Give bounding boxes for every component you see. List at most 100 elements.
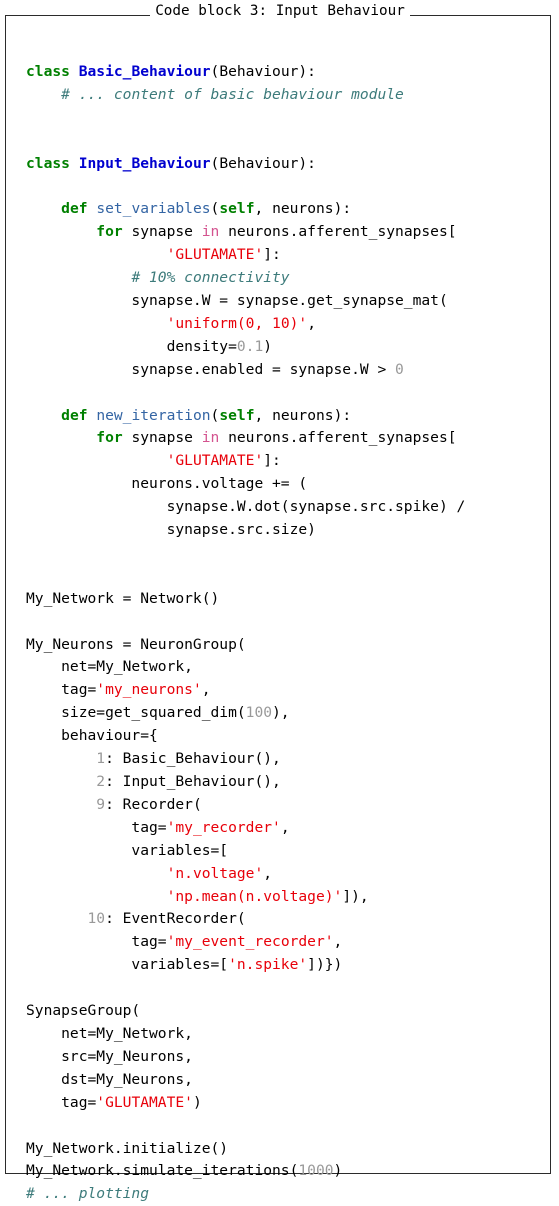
code-token-plain: synapse.W = synapse.get_synapse_mat(: [26, 291, 448, 309]
code-token-plain: neurons.afferent_synapses[: [219, 223, 457, 241]
code-token-plain: : EventRecorder(: [105, 910, 246, 928]
code-token-plain: : Recorder(: [105, 795, 202, 813]
code-token-plain: tag=: [26, 681, 97, 699]
code-token-fn: set_variables: [96, 200, 211, 218]
code-line: 10: EventRecorder(: [26, 910, 246, 927]
code-line: variables=['n.spike'])}): [26, 956, 342, 973]
code-line: My_Neurons = NeuronGroup(: [26, 636, 246, 653]
code-token-plain: behaviour={: [26, 727, 158, 745]
code-token-str: 'n.spike': [228, 956, 308, 974]
code-token-num: 9: [96, 795, 106, 813]
code-line: net=My_Network,: [26, 658, 193, 675]
code-token-plain: : Basic_Behaviour(),: [105, 750, 281, 768]
code-token-plain: synapse.W.dot(synapse.src.spike) /: [26, 498, 466, 516]
code-block-figure: Code block 3: Input Behaviour class Basi…: [5, 3, 551, 1202]
code-token-plain: synapse.src.size): [26, 521, 316, 539]
code-line: for synapse in neurons.afferent_synapses…: [26, 223, 457, 241]
code-token-plain: size=get_squared_dim(: [26, 704, 246, 722]
code-token-plain: My_Network = Network(): [26, 589, 220, 607]
code-token-num: 2: [96, 773, 106, 790]
code-line: 'uniform(0, 10)',: [26, 315, 316, 332]
code-line: # 10% connectivity: [26, 269, 289, 286]
code-token-str: 'GLUTAMATE': [96, 1093, 193, 1111]
code-token-kw: for: [96, 223, 123, 241]
code-token-plain: net=My_Network,: [26, 1024, 193, 1042]
code-token-plain: neurons.afferent_synapses[: [219, 429, 457, 447]
code-token-plain: (Behaviour):: [210, 154, 316, 172]
code-line: 'np.mean(n.voltage)']),: [26, 888, 369, 905]
code-token-plain: ,: [333, 933, 343, 951]
code-token-op: in: [201, 429, 220, 447]
code-token-plain: ),: [272, 704, 290, 722]
code-listing: class Basic_Behaviour(Behaviour): # ... …: [26, 38, 544, 1206]
code-line: def set_variables(self, neurons):: [26, 200, 351, 217]
code-line: SynapseGroup(: [26, 1002, 140, 1019]
code-token-str: 'GLUTAMATE': [166, 246, 264, 264]
code-line: 'GLUTAMATE']:: [26, 246, 281, 263]
code-token-plain: ,: [307, 314, 316, 332]
code-token-plain: net=My_Network,: [26, 658, 193, 676]
code-token-op: in: [201, 223, 220, 241]
code-token-kw: def: [61, 200, 88, 218]
code-line: synapse.W = synapse.get_synapse_mat(: [26, 291, 448, 309]
code-token-plain: ]:: [263, 246, 281, 264]
code-token-plain: ,: [263, 864, 273, 882]
code-token-plain: src=My_Neurons,: [26, 1047, 193, 1065]
code-token-plain: tag=: [26, 1093, 97, 1111]
code-token-plain: synapse.enabled = synapse.W >: [26, 360, 396, 378]
code-token-num: 100: [245, 704, 273, 722]
code-token-plain: , neurons):: [254, 200, 352, 218]
code-line: net=My_Network,: [26, 1025, 193, 1042]
code-token-plain: variables=[: [26, 841, 229, 859]
code-line: synapse.src.size): [26, 521, 316, 538]
code-token-cls: Basic_Behaviour: [78, 62, 211, 80]
code-token-plain: My_Network.simulate_iterations(: [26, 1162, 299, 1180]
code-line: 9: Recorder(: [26, 795, 202, 813]
code-token-fn: new_iteration: [96, 406, 211, 424]
code-line: My_Network.simulate_iterations(1000): [26, 1162, 342, 1179]
code-line: 'GLUTAMATE']:: [26, 452, 281, 469]
code-token-kw: self: [219, 406, 255, 424]
code-token-cmt: # ... plotting: [26, 1185, 150, 1203]
code-line: neurons.voltage += (: [26, 475, 307, 492]
code-line: 2: Input_Behaviour(),: [26, 773, 281, 790]
code-token-str: 'my_event_recorder': [166, 933, 334, 951]
code-token-plain: (Behaviour):: [210, 62, 316, 80]
code-token-plain: synapse: [122, 429, 202, 447]
code-line: 1: Basic_Behaviour(),: [26, 750, 281, 767]
code-line: class Input_Behaviour(Behaviour):: [26, 155, 316, 172]
code-token-plain: My_Neurons = NeuronGroup(: [26, 635, 246, 653]
code-token-plain: synapse: [122, 223, 202, 241]
code-line: synapse.enabled = synapse.W > 0: [26, 360, 403, 378]
code-token-kw: def: [61, 406, 88, 424]
code-line: for synapse in neurons.afferent_synapses…: [26, 429, 457, 447]
code-token-plain: ]:: [263, 452, 281, 470]
code-token-plain: ): [192, 1093, 202, 1111]
code-token-kw: class: [26, 62, 70, 80]
code-token-plain: ]),: [342, 887, 369, 905]
code-line: # ... plotting: [26, 1185, 149, 1202]
code-token-plain: My_Network.initialize(): [26, 1139, 229, 1157]
code-token-plain: , neurons):: [254, 406, 352, 424]
code-token-plain: ,: [280, 818, 290, 836]
code-token-num: 1000: [298, 1162, 334, 1180]
code-token-kw: self: [219, 200, 255, 218]
code-line: tag='my_event_recorder',: [26, 933, 342, 950]
code-token-cmt: # ... content of basic behaviour module: [61, 85, 404, 103]
code-token-plain: dst=My_Neurons,: [26, 1070, 193, 1088]
code-line: density=0.1): [26, 338, 272, 355]
code-line: variables=[: [26, 842, 228, 859]
code-token-kw: for: [96, 429, 123, 447]
code-line: tag='GLUTAMATE'): [26, 1094, 202, 1111]
